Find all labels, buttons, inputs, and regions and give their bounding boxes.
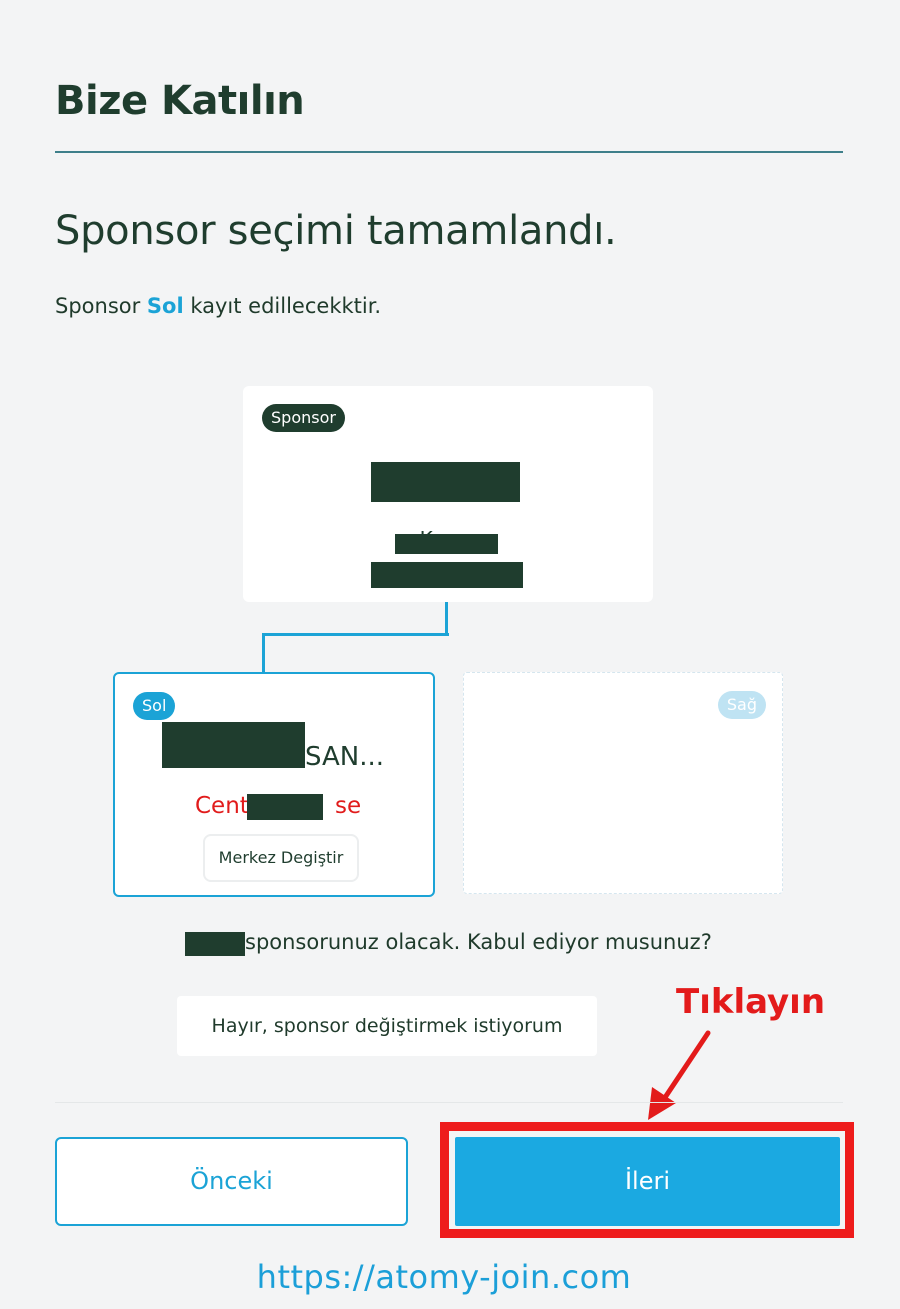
connector-horizontal	[262, 633, 449, 636]
center-label-left: Cent	[195, 793, 249, 819]
redacted-sponsor-id	[371, 562, 523, 588]
prev-button[interactable]: Önceki	[55, 1137, 408, 1226]
title-divider	[55, 151, 843, 153]
annotation-arrow-icon	[648, 1030, 711, 1120]
member-name-suffix: SAN...	[305, 742, 385, 772]
redacted-sponsor-ref	[185, 932, 245, 956]
connector-vertical-top	[445, 602, 449, 636]
redacted-sponsor-country	[395, 534, 498, 554]
connector-vertical-left	[262, 633, 265, 673]
subline-highlight: Sol	[146, 294, 184, 318]
redacted-sponsor-name	[371, 462, 520, 502]
center-label-right: se	[335, 793, 362, 819]
right-badge: Sağ	[717, 691, 766, 719]
next-button[interactable]: İleri	[455, 1137, 840, 1226]
sponsor-badge: Sponsor	[262, 404, 345, 432]
headline: Sponsor seçimi tamamlandı.	[55, 208, 617, 254]
left-position-card[interactable]: Sol Cent se Merkez Degiştir	[113, 672, 435, 897]
subline-after: kayıt edillecekktir.	[183, 294, 382, 318]
left-badge: Sol	[133, 692, 176, 720]
page-title: Bize Katılın	[55, 78, 305, 124]
annotation-label: Tıklayın	[676, 982, 826, 1022]
redacted-center-name	[247, 794, 323, 820]
confirm-question: sponsorunuz olacak. Kabul ediyor musunuz…	[245, 930, 712, 954]
redacted-member-name	[162, 722, 305, 768]
subline-before: Sponsor	[55, 294, 147, 318]
sponsor-card: Sponsor Korea	[243, 386, 653, 602]
watermark-url: https://atomy-join.com	[256, 1258, 632, 1296]
change-center-button[interactable]: Merkez Degiştir	[203, 834, 359, 882]
subline: Sponsor Sol kayıt edillecekktir.	[55, 294, 381, 318]
footer-divider	[55, 1102, 843, 1103]
change-sponsor-button[interactable]: Hayır, sponsor değiştirmek istiyorum	[177, 996, 597, 1056]
right-position-card[interactable]: Sağ	[463, 672, 783, 894]
